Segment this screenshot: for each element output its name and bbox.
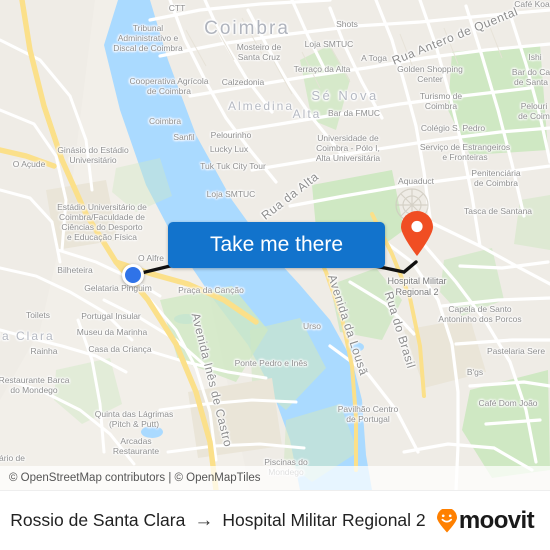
pin-shape xyxy=(401,211,433,256)
footer-bar: Rossio de Santa Clara → Hospital Militar… xyxy=(0,490,550,550)
destination-name: Hospital Militar Regional 2 xyxy=(222,510,426,530)
take-me-there-button[interactable]: Take me there xyxy=(168,222,385,268)
route-summary: Rossio de Santa Clara → Hospital Militar… xyxy=(0,510,436,532)
moovit-logo[interactable]: moovit xyxy=(436,507,550,535)
origin-name: Rossio de Santa Clara xyxy=(10,510,186,530)
destination-marker[interactable] xyxy=(399,211,435,257)
pin-hole xyxy=(411,220,423,233)
moovit-route-map-screen: CTT Coimbra Shots Rua Antero de Quental Café… xyxy=(0,0,550,550)
origin-marker[interactable] xyxy=(122,264,144,286)
moovit-wordmark: moovit xyxy=(458,506,535,534)
map-attribution[interactable]: © OpenStreetMap contributors | © OpenMap… xyxy=(0,466,550,490)
arrow-right-icon: → xyxy=(194,509,214,531)
map-canvas[interactable]: CTT Coimbra Shots Rua Antero de Quental Café… xyxy=(0,0,550,490)
pin-smile-icon xyxy=(436,508,457,532)
